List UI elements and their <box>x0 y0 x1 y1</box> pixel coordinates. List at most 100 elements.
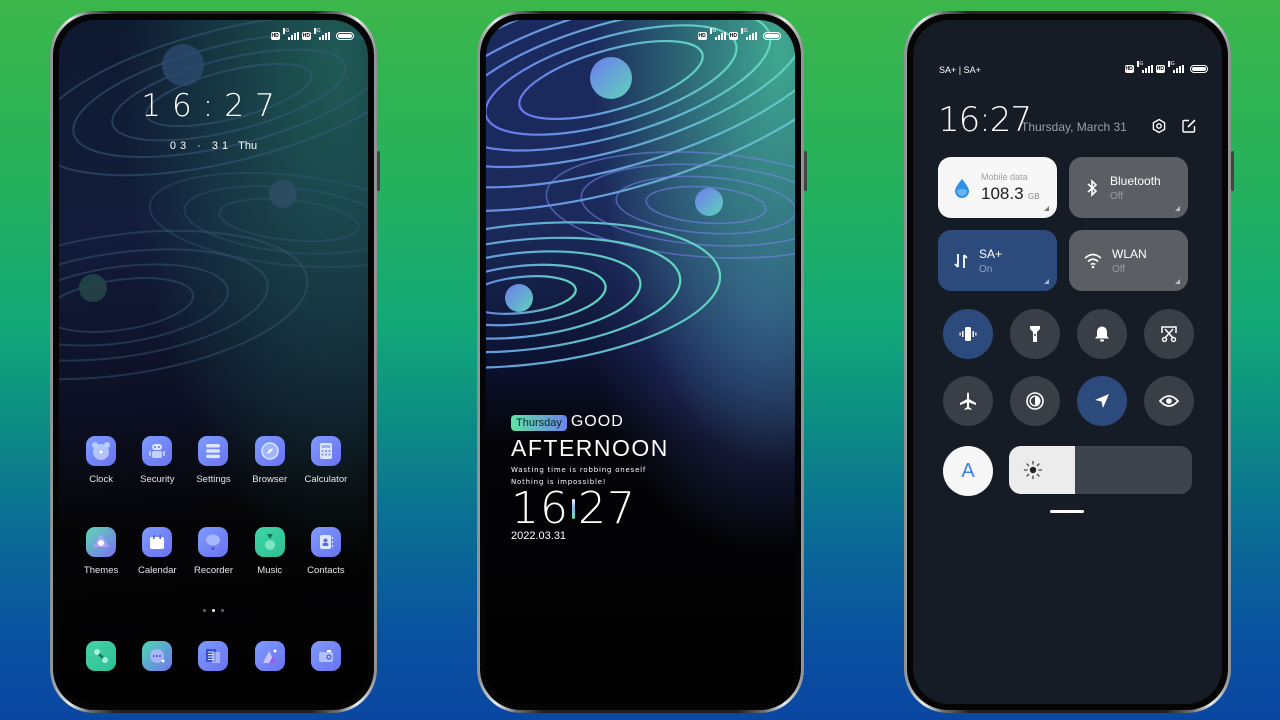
gallery-icon <box>254 641 285 671</box>
phone-icon <box>86 641 117 671</box>
home-date-widget[interactable]: 03 · 31 Thu <box>59 140 368 152</box>
battery-icon <box>763 32 781 40</box>
phone-lock-screen: HD 4G HD 4G Thursday GOOD AFTERNOON Wasti… <box>477 11 807 713</box>
signal-icon: 4G <box>1136 61 1153 73</box>
water-drop-icon <box>955 178 969 198</box>
page-dot-active[interactable] <box>212 609 215 612</box>
home-screen: HD 4G HD 4G 16:27 03 · 31 Thu Clock Secu… <box>59 20 368 704</box>
time-minutes: 27 <box>578 483 636 535</box>
battery-icon <box>336 32 354 40</box>
hd-voice-icon: HD <box>1155 65 1165 73</box>
tile-bluetooth[interactable]: Bluetooth Off <box>1069 157 1188 218</box>
app-clock[interactable]: Clock <box>73 436 129 485</box>
toggle-vibrate[interactable] <box>943 309 993 359</box>
dock-phone[interactable] <box>73 641 129 671</box>
orbit-wallpaper <box>486 20 795 369</box>
compass-icon <box>254 436 285 466</box>
signal-icon: 4G <box>709 28 726 40</box>
bell-icon <box>1095 326 1109 342</box>
contrast-icon <box>1026 392 1044 410</box>
dock-messages[interactable] <box>129 641 185 671</box>
volume-button <box>804 151 807 191</box>
drag-handle[interactable] <box>1050 510 1084 513</box>
tile-wlan[interactable]: WLAN Off <box>1069 230 1188 291</box>
expand-corner-icon <box>1044 279 1049 284</box>
data-transfer-icon <box>954 253 968 268</box>
app-calendar[interactable]: Calendar <box>129 527 185 576</box>
phone-home-screen: HD 4G HD 4G 16:27 03 · 31 Thu Clock Secu… <box>50 11 380 713</box>
cc-date: Thursday, March 31 <box>1021 120 1127 134</box>
hd-voice-icon: HD <box>270 32 280 40</box>
dock <box>73 641 354 671</box>
volume-button <box>1231 151 1234 191</box>
settings-icon <box>198 436 229 466</box>
app-row-2: Themes Calendar Recorder Music Contacts <box>73 527 354 576</box>
mobile-data-label: Mobile data <box>981 171 1028 182</box>
robot-icon <box>142 436 173 466</box>
tile-sa-plus[interactable]: SA+ On <box>938 230 1057 291</box>
greeting-line-1: GOOD <box>570 413 624 430</box>
app-themes[interactable]: Themes <box>73 527 129 576</box>
time-separator <box>572 499 575 520</box>
status-bar-icons: HD 4G HD 4G <box>270 28 354 40</box>
page-dot[interactable] <box>203 609 206 612</box>
app-browser[interactable]: Browser <box>242 436 298 485</box>
sun-icon <box>1023 460 1043 480</box>
music-icon <box>254 527 285 557</box>
app-settings[interactable]: Settings <box>185 436 241 485</box>
expand-corner-icon <box>1175 279 1180 284</box>
mobile-data-unit: GB <box>1028 191 1040 201</box>
page-dot[interactable] <box>221 609 224 612</box>
notes-icon <box>198 641 229 671</box>
edit-button[interactable] <box>1179 116 1199 136</box>
app-contacts[interactable]: Contacts <box>298 527 354 576</box>
hd-voice-icon: HD <box>1124 65 1134 73</box>
bluetooth-icon <box>1087 178 1098 197</box>
vibrate-icon <box>959 327 977 341</box>
flashlight-icon <box>1030 326 1040 342</box>
clock-icon <box>86 436 117 466</box>
app-security[interactable]: Security <box>129 436 185 485</box>
home-clock-widget[interactable]: 16:27 <box>59 88 368 124</box>
app-calculator[interactable]: Calculator <box>298 436 354 485</box>
greeting-line-2: AFTERNOON <box>511 435 669 462</box>
cc-time: 16:27 <box>938 100 1032 140</box>
recorder-icon <box>198 527 229 557</box>
location-arrow-icon <box>1095 394 1109 408</box>
brightness-slider[interactable] <box>1009 446 1192 494</box>
home-weekday: Thu <box>238 140 258 152</box>
toggle-location[interactable] <box>1077 376 1127 426</box>
dock-notes[interactable] <box>185 641 241 671</box>
dock-camera[interactable] <box>298 641 354 671</box>
tile-mobile-data[interactable]: Mobile data 108.3 GB <box>938 157 1057 218</box>
lockscreen-clock-widget: Thursday GOOD AFTERNOON Wasting time is r… <box>511 413 669 542</box>
contacts-icon <box>310 527 341 557</box>
volume-button <box>377 151 380 191</box>
toggle-ring[interactable] <box>1077 309 1127 359</box>
toggle-reading-mode[interactable] <box>1144 376 1194 426</box>
edit-icon <box>1182 119 1196 133</box>
app-music[interactable]: Music <box>242 527 298 576</box>
app-recorder[interactable]: Recorder <box>185 527 241 576</box>
dock-gallery[interactable] <box>242 641 298 671</box>
auto-brightness-button[interactable]: A <box>943 446 993 496</box>
toggle-dark-mode[interactable] <box>1010 376 1060 426</box>
toggle-airplane-mode[interactable] <box>943 376 993 426</box>
hd-voice-icon: HD <box>728 32 738 40</box>
signal-icon: 4G <box>282 28 299 40</box>
expand-corner-icon <box>1175 206 1180 211</box>
page-indicator[interactable] <box>59 609 368 612</box>
mobile-data-value: 108.3 <box>981 183 1024 203</box>
themes-icon <box>86 527 117 557</box>
battery-icon <box>1190 65 1208 73</box>
signal-icon: 4G <box>1168 61 1184 73</box>
gear-hex-icon <box>1152 118 1166 134</box>
app-row-1: Clock Security Settings Browser Calculat… <box>73 436 354 485</box>
expand-corner-icon <box>1044 206 1049 211</box>
toggle-screenshot[interactable] <box>1144 309 1194 359</box>
settings-button[interactable] <box>1149 116 1169 136</box>
signal-icon: 4G <box>741 28 757 40</box>
lockscreen-time: 16 27 <box>511 486 669 532</box>
toggle-flashlight[interactable] <box>1010 309 1060 359</box>
hd-voice-icon: HD <box>301 32 311 40</box>
